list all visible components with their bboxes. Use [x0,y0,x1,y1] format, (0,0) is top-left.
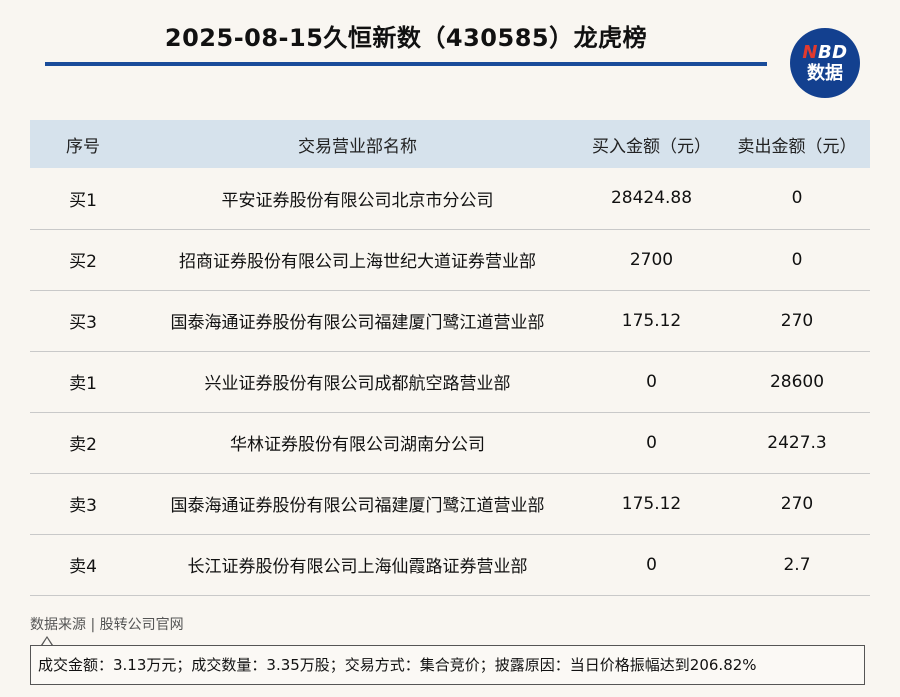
table-row: 卖3 国泰海通证券股份有限公司福建厦门鹭江道营业部 175.12 270 [30,473,870,534]
nbd-logo: NBD 数据 [790,28,860,98]
column-header-buy: 买入金额（元） [592,136,711,157]
row-branch-name: 长江证券股份有限公司上海仙霞路证券营业部 [187,557,528,577]
row-index: 卖1 [69,374,97,394]
row-branch-name: 国泰海通证券股份有限公司福建厦门鹭江道营业部 [170,313,545,333]
row-index: 卖3 [69,496,97,516]
row-sell-amount: 2427.3 [767,432,827,453]
dragon-tiger-table: 序号 交易营业部名称 买入金额（元） 卖出金额（元） 买1 平安证券股份有限公司… [30,120,870,596]
row-branch-name: 兴业证券股份有限公司成都航空路营业部 [204,374,511,394]
title-underline [45,62,767,66]
row-index: 卖4 [69,557,97,577]
trade-summary-note: 成交金额：3.13万元；成交数量：3.35万股；交易方式：集合竞价；披露原因：当… [30,645,865,685]
table-row: 买1 平安证券股份有限公司北京市分公司 28424.88 0 [30,168,870,229]
table-header-row: 序号 交易营业部名称 买入金额（元） 卖出金额（元） [30,120,870,168]
column-header-index: 序号 [66,136,100,157]
row-branch-name: 招商证券股份有限公司上海世纪大道证券营业部 [179,252,536,272]
row-buy-amount: 2700 [629,249,674,270]
row-sell-amount: 0 [791,249,803,270]
row-buy-amount: 0 [646,432,657,453]
column-header-sell: 卖出金额（元） [737,136,857,157]
row-buy-amount: 175.12 [621,493,682,514]
row-sell-amount: 28600 [769,371,825,392]
row-index: 买2 [69,252,97,272]
table-row: 卖2 华林证券股份有限公司湖南分公司 0 2427.3 [30,412,870,473]
row-index: 买3 [69,313,97,333]
table-row: 卖4 长江证券股份有限公司上海仙霞路证券营业部 0 2.7 [30,534,870,595]
row-branch-name: 平安证券股份有限公司北京市分公司 [221,190,494,211]
table-row: 买3 国泰海通证券股份有限公司福建厦门鹭江道营业部 175.12 270 [30,290,870,351]
row-sell-amount: 0 [791,188,803,209]
row-branch-name: 华林证券股份有限公司湖南分公司 [230,435,485,455]
data-source: 数据来源 | 股转公司官网 [30,617,184,633]
table-row: 买2 招商证券股份有限公司上海世纪大道证券营业部 2700 0 [30,229,870,290]
row-sell-amount: 2.7 [783,554,811,575]
row-buy-amount: 0 [646,371,657,392]
row-buy-amount: 0 [646,554,657,575]
table-row: 卖1 兴业证券股份有限公司成都航空路营业部 0 28600 [30,351,870,412]
row-index: 买1 [69,190,97,211]
row-sell-amount: 270 [780,493,814,514]
row-branch-name: 国泰海通证券股份有限公司福建厦门鹭江道营业部 [170,496,545,516]
row-sell-amount: 270 [780,310,814,331]
logo-text-top: NBD [802,41,848,63]
column-header-name: 交易营业部名称 [298,136,417,157]
row-buy-amount: 28424.88 [610,188,693,209]
logo-text-bottom: 数据 [807,62,843,84]
page-title: 2025-08-15久恒新数（430585）龙虎榜 [164,24,648,52]
row-buy-amount: 175.12 [621,310,682,331]
row-index: 卖2 [69,435,97,455]
